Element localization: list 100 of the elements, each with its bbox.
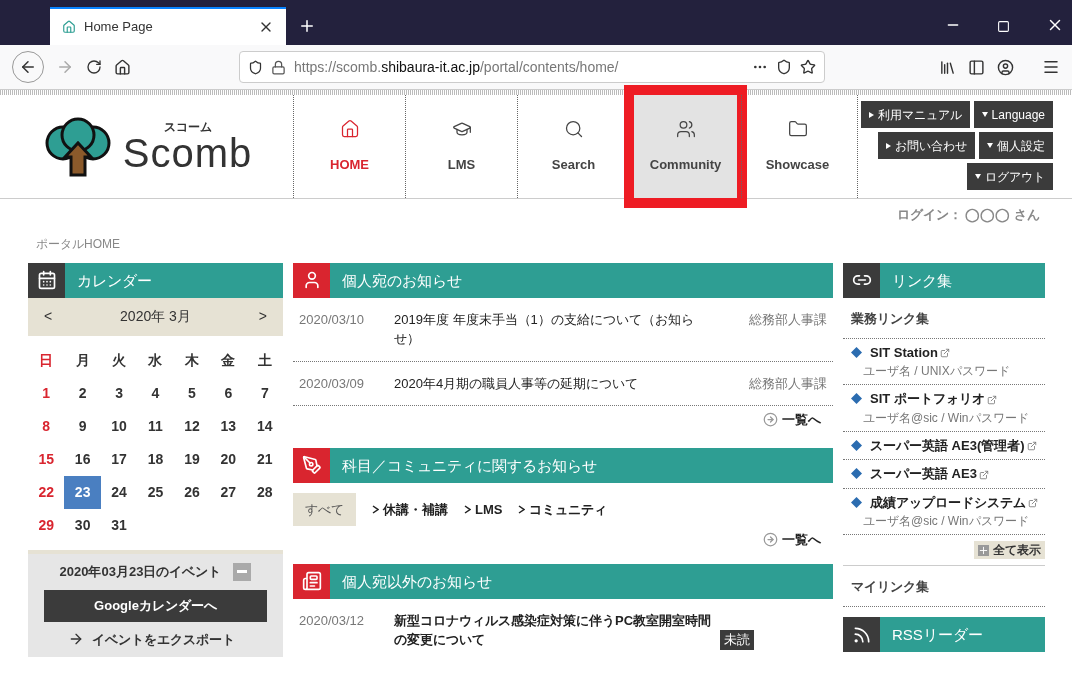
- calendar-day[interactable]: 5: [173, 376, 211, 410]
- calendar-day[interactable]: 4: [137, 376, 174, 410]
- external-link[interactable]: スーパー英語 AE3(管理者): [843, 437, 1037, 453]
- logo-text: Scomb: [122, 132, 253, 173]
- link-group-title: 業務リンク集: [851, 310, 929, 326]
- calendar-day[interactable]: 21: [246, 442, 283, 476]
- calendar-day[interactable]: 11: [137, 409, 174, 443]
- calendar-day[interactable]: 12: [173, 409, 211, 443]
- folder-icon: [787, 118, 808, 139]
- calendar-day[interactable]: 22: [28, 475, 65, 509]
- calendar-day[interactable]: 14: [246, 409, 283, 443]
- calendar-day[interactable]: 13: [210, 409, 247, 443]
- prev-month-button[interactable]: <: [44, 306, 53, 327]
- export-link[interactable]: イベントをエクスポート: [28, 629, 283, 649]
- lock-icon: [271, 59, 286, 75]
- utility-button[interactable]: 利用マニュアル: [860, 101, 970, 128]
- notice-link[interactable]: 2020年4月期の職員人事等の延期について: [394, 373, 704, 393]
- calendar-day[interactable]: 19: [173, 442, 211, 476]
- weekday-label: 月: [74, 350, 91, 370]
- library-icon[interactable]: [939, 58, 956, 76]
- calendar-day[interactable]: 3: [100, 376, 138, 410]
- google-calendar-button[interactable]: Googleカレンダーへ: [44, 589, 267, 622]
- menu-icon[interactable]: [1042, 58, 1060, 76]
- calendar-day[interactable]: 8: [28, 409, 65, 443]
- utility-button[interactable]: 個人設定: [979, 132, 1053, 159]
- utility-button[interactable]: Language: [973, 101, 1053, 128]
- link-note: ユーザ名@sic / Winパスワード: [862, 513, 1030, 530]
- calendar-day[interactable]: 23: [64, 475, 101, 509]
- calendar-day[interactable]: 29: [28, 508, 65, 542]
- list-link[interactable]: 一覧へ: [763, 410, 821, 430]
- section-icon: [301, 455, 322, 475]
- section-title: 科目／コミュニティに関するお知らせ: [341, 455, 598, 476]
- nav-tab[interactable]: LMS: [406, 95, 517, 198]
- external-link[interactable]: スーパー英語 AE3: [843, 466, 989, 481]
- chevron-right-icon: [464, 504, 471, 514]
- diamond-icon: [851, 346, 862, 358]
- filter-tab[interactable]: 休講・補講: [372, 499, 448, 519]
- utility-button[interactable]: ログアウト: [967, 163, 1053, 190]
- new-tab-icon[interactable]: [298, 17, 316, 35]
- people-icon: [675, 118, 696, 139]
- arrow-right-circle-icon: [763, 532, 778, 548]
- calendar-day[interactable]: 7: [246, 376, 283, 410]
- notice-date: 2020/03/10: [299, 310, 366, 329]
- home-icon[interactable]: [114, 58, 131, 76]
- calendar-day[interactable]: 24: [100, 475, 138, 509]
- calendar-day[interactable]: 20: [210, 442, 247, 476]
- reload-icon[interactable]: [86, 59, 102, 75]
- notice-date: 2020/03/12: [299, 611, 366, 630]
- weekday-label: 木: [183, 350, 200, 370]
- diamond-icon: [851, 439, 862, 451]
- calendar-day[interactable]: 10: [100, 409, 138, 443]
- utility-button[interactable]: お問い合わせ: [878, 132, 975, 159]
- list-link[interactable]: 一覧へ: [763, 530, 821, 550]
- section-title: RSSリーダー: [891, 625, 984, 645]
- nav-tab[interactable]: Showcase: [742, 95, 853, 198]
- filter-tab[interactable]: LMS: [464, 499, 503, 519]
- calendar-day[interactable]: 1: [28, 376, 65, 410]
- external-link-icon: [1028, 498, 1038, 509]
- calendar-day[interactable]: 16: [64, 442, 101, 476]
- calendar-day[interactable]: 26: [173, 475, 211, 509]
- external-link-icon: [939, 348, 950, 359]
- next-month-button[interactable]: >: [258, 306, 267, 327]
- calendar-day[interactable]: 9: [64, 409, 101, 443]
- star-icon[interactable]: [800, 59, 816, 75]
- nav-tab[interactable]: HOME: [294, 95, 405, 198]
- show-all-button[interactable]: 全て表示: [974, 541, 1045, 559]
- caret-down-icon: [975, 174, 981, 179]
- calendar-day[interactable]: 25: [137, 475, 174, 509]
- link-note: ユーザ名@sic / Winパスワード: [862, 409, 1030, 427]
- external-link[interactable]: SIT Station: [843, 344, 950, 360]
- external-link[interactable]: SIT ポートフォリオ: [843, 391, 997, 406]
- section-title: 個人宛のお知らせ: [341, 270, 463, 291]
- nav-tab[interactable]: Search: [518, 95, 629, 198]
- maximize-icon[interactable]: [997, 20, 1010, 33]
- weekday-label: 水: [147, 350, 164, 370]
- filter-tab[interactable]: コミュニティ: [518, 499, 608, 519]
- account-icon[interactable]: [997, 58, 1014, 76]
- filter-tab[interactable]: すべて: [293, 492, 356, 526]
- calendar-day[interactable]: 15: [28, 442, 65, 476]
- caret-right-icon: [886, 142, 891, 149]
- address-bar[interactable]: https://scomb.shibaura-it.ac.jp/portal/contents/home/: [239, 51, 825, 83]
- calendar-day[interactable]: 18: [137, 442, 174, 476]
- calendar-day[interactable]: 31: [100, 508, 138, 542]
- external-link[interactable]: 成績アップロードシステム: [843, 494, 1038, 510]
- notice-link[interactable]: 2019年度 年度末手当（1）の支給について（お知らせ）: [394, 309, 704, 349]
- plus-icon: [978, 544, 989, 556]
- calendar-day[interactable]: 30: [64, 508, 101, 542]
- chevron-right-icon: [372, 504, 379, 514]
- calendar-day[interactable]: 28: [246, 475, 283, 509]
- section-title: リンク集: [891, 270, 953, 291]
- calendar-day[interactable]: 27: [210, 475, 247, 509]
- browser-tab[interactable]: Home Page: [50, 7, 286, 45]
- section-icon: [301, 571, 322, 591]
- calendar-day[interactable]: 17: [100, 442, 138, 476]
- calendar-day[interactable]: 2: [64, 376, 101, 410]
- calendar-day[interactable]: 6: [210, 376, 247, 410]
- external-link-icon: [1026, 441, 1037, 452]
- diamond-icon: [851, 496, 862, 508]
- sidebar-icon[interactable]: [968, 58, 985, 76]
- notice-link[interactable]: 新型コロナウィルス感染症対策に伴うPC教室開室時間の変更について: [394, 610, 720, 650]
